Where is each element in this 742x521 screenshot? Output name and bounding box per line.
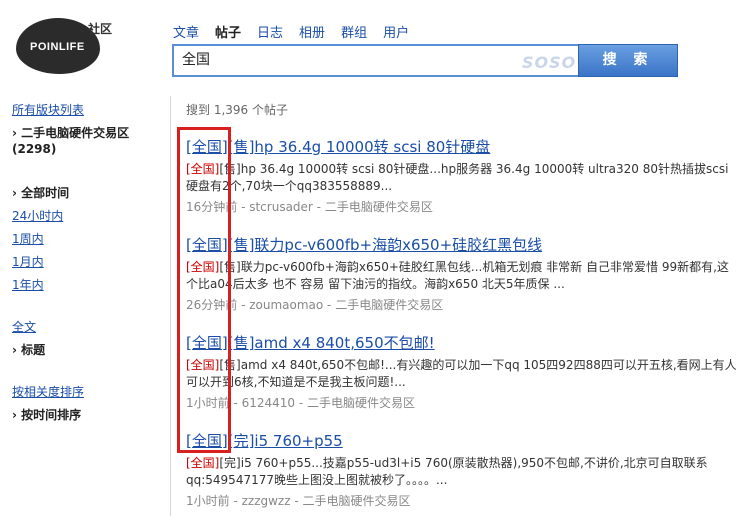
result-snippet: [全国][售]联力pc-v600fb+海韵x650+硅胶红黑包线...机箱无划痕… [186, 259, 738, 293]
result-title-text: [售]amd x4 840t,650不包邮! [227, 334, 435, 352]
board-name: 二手电脑硬件交易区 [21, 126, 130, 140]
result-meta: 16分钟前 - stcrusader - 二手电脑硬件交易区 [186, 200, 433, 214]
sort-by-relevance[interactable]: 按相关度排序 [12, 383, 84, 400]
tab-users[interactable]: 用户 [383, 22, 409, 41]
logo-community-text: 社区 [88, 22, 113, 36]
result-title-link[interactable]: [全国][售]联力pc-v600fb+海韵x650+硅胶红黑包线 [186, 236, 542, 254]
tab-albums[interactable]: 相册 [299, 22, 325, 41]
board-count: (2298) [12, 142, 57, 156]
time-filter-label: 全部时间 [21, 186, 70, 200]
sort-by-time-label: 按时间排序 [21, 408, 82, 422]
result-meta: 1小时前 - zzzgwzz - 二手电脑硬件交易区 [186, 494, 411, 508]
time-filter-heading: › 全部时间 [12, 184, 69, 201]
scope-title-label: 标题 [21, 343, 46, 357]
result-title-link[interactable]: [全国][售]hp 36.4g 10000转 scsi 80针硬盘 [186, 138, 490, 156]
result-item: [全国][售]联力pc-v600fb+海韵x650+硅胶红黑包线 [全国][售]… [186, 234, 738, 313]
time-filter-1m[interactable]: 1月内 [12, 253, 44, 270]
result-snippet: [全国][售]hp 36.4g 10000转 scsi 80针硬盘...hp服务… [186, 161, 738, 195]
snippet-region-tag: [全国] [186, 456, 220, 470]
result-snippet: [全国][售]amd x4 840t,650不包邮!...有兴趣的可以加一下qq… [186, 357, 738, 391]
result-count: 搜到 1,396 个帖子 [186, 103, 288, 117]
current-board: › 二手电脑硬件交易区 [12, 124, 129, 141]
time-filter-1y[interactable]: 1年内 [12, 276, 44, 293]
snippet-text: [完]i5 760+p55...技嘉p55-ud3l+i5 760(原装散热器)… [186, 456, 708, 487]
tab-blogs[interactable]: 日志 [257, 22, 283, 41]
snippet-text: [售]联力pc-v600fb+海韵x650+硅胶红黑包线...机箱无划痕 非常新… [186, 260, 729, 291]
result-meta: 1小时前 - 6124410 - 二手电脑硬件交易区 [186, 396, 415, 410]
result-snippet: [全国][完]i5 760+p55...技嘉p55-ud3l+i5 760(原装… [186, 455, 738, 489]
tab-posts[interactable]: 帖子 [215, 22, 241, 41]
result-meta: 26分钟前 - zoumaomao - 二手电脑硬件交易区 [186, 298, 444, 312]
result-title-text: [完]i5 760+p55 [227, 432, 343, 450]
bullet-icon: › [12, 126, 17, 140]
bullet-icon: › [12, 343, 17, 357]
time-filter-1w[interactable]: 1周内 [12, 230, 44, 247]
result-title-text: [售]hp 36.4g 10000转 scsi 80针硬盘 [227, 138, 491, 156]
search-bar: 全国 SOSO 搜 索 [172, 44, 678, 77]
result-item: [全国][售]hp 36.4g 10000转 scsi 80针硬盘 [全国][售… [186, 136, 738, 215]
bullet-icon: › [12, 408, 17, 422]
result-item: [全国][售]amd x4 840t,650不包邮! [全国][售]amd x4… [186, 332, 738, 411]
snippet-text: [售]amd x4 840t,650不包邮!...有兴趣的可以加一下qq 105… [186, 358, 737, 389]
search-type-tabs: 文章 帖子 日志 相册 群组 用户 [173, 22, 425, 41]
result-title-text: [售]联力pc-v600fb+海韵x650+硅胶红黑包线 [227, 236, 543, 254]
logo-brand-text: POINLIFE [30, 41, 85, 53]
snippet-text: [售]hp 36.4g 10000转 scsi 80针硬盘...hp服务器 36… [186, 162, 729, 193]
result-item: [全国] [完]i5 760+p55 [全国][完]i5 760+p55...技嘉… [186, 430, 738, 509]
red-highlight-box [177, 127, 231, 453]
search-button[interactable]: 搜 索 [578, 44, 678, 77]
bullet-icon: › [12, 186, 17, 200]
sidebar-divider [170, 96, 171, 516]
site-logo[interactable]: POINLIFE 社区 [16, 16, 112, 76]
tab-articles[interactable]: 文章 [173, 22, 199, 41]
all-boards-link[interactable]: 所有版块列表 [12, 101, 84, 118]
search-provider-logo: SOSO [522, 53, 577, 72]
scope-title: › 标题 [12, 341, 45, 358]
time-filter-24h[interactable]: 24小时内 [12, 207, 63, 224]
scope-full-text[interactable]: 全文 [12, 318, 36, 335]
sort-by-time: › 按时间排序 [12, 406, 81, 423]
tab-groups[interactable]: 群组 [341, 22, 367, 41]
